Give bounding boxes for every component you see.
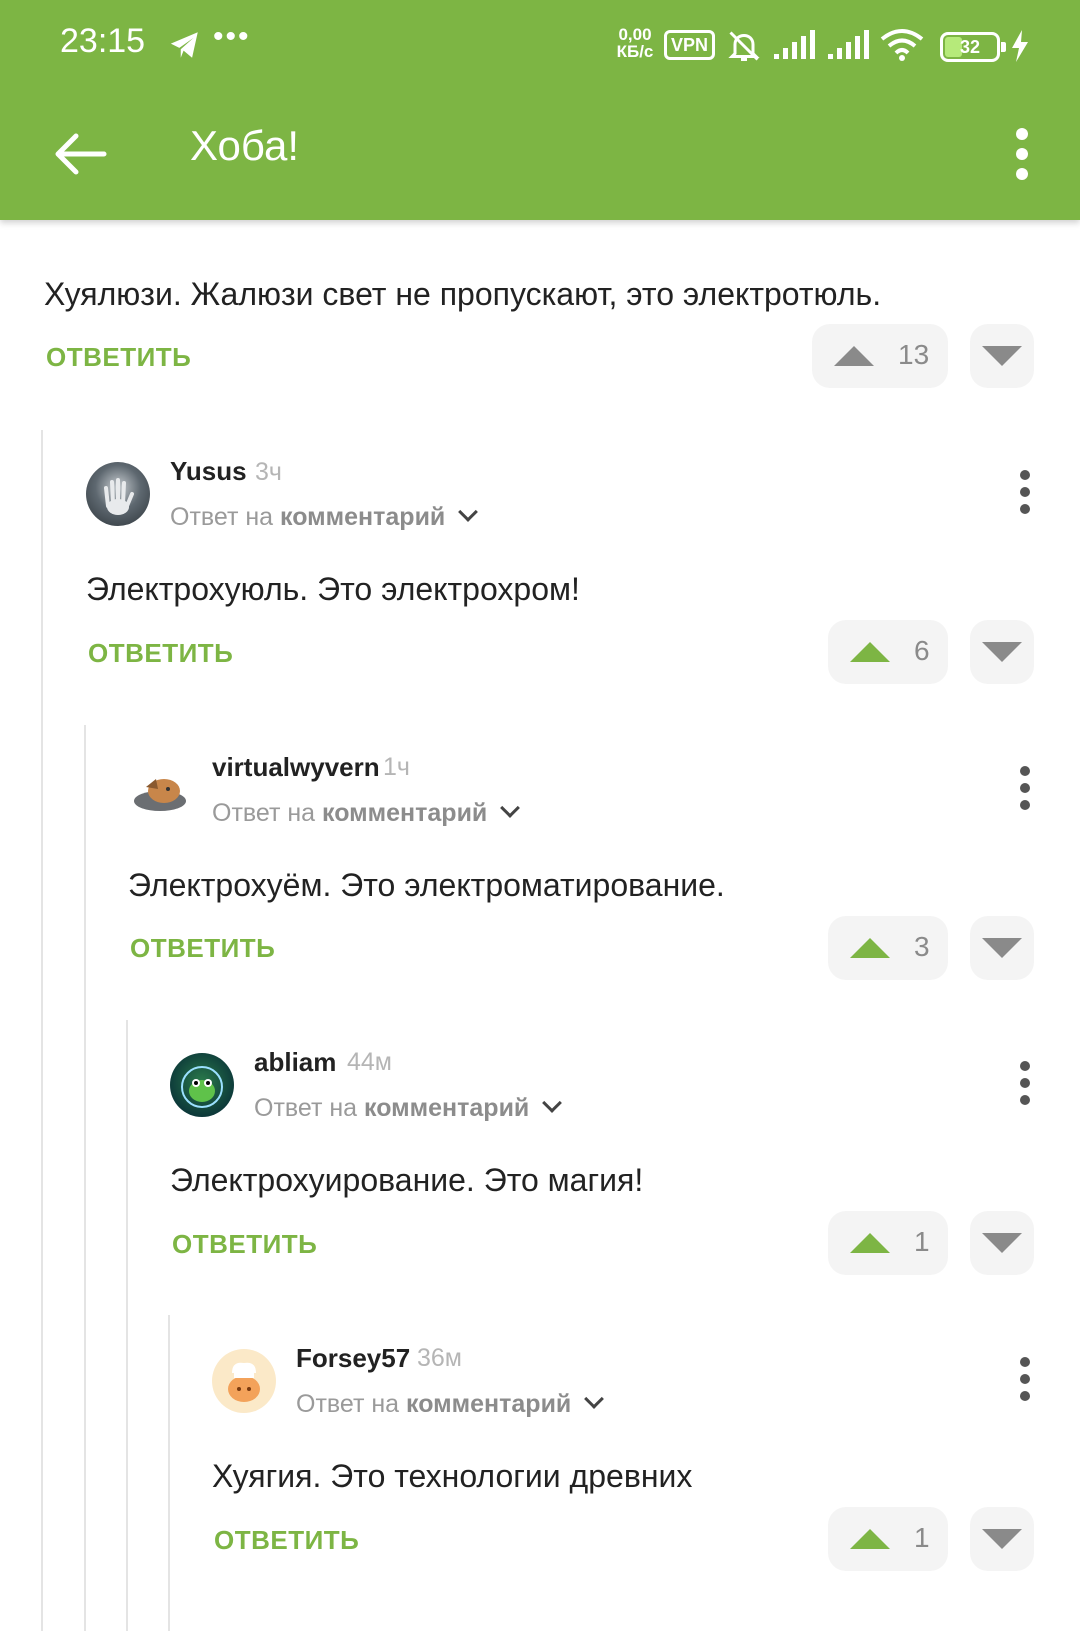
comment-text: Электрохуюль. Это электрохром! [86, 571, 580, 607]
comment-text: Электрохуём. Это электроматирование. [128, 867, 725, 903]
comment-author[interactable]: Yusus [170, 456, 247, 487]
avatar[interactable] [212, 1349, 276, 1413]
avatar[interactable] [170, 1053, 234, 1117]
comment-text: Электрохуирование. Это магия! [170, 1162, 644, 1198]
comment-time: 36м [417, 1344, 462, 1372]
thread-line [41, 430, 43, 1631]
comment-menu-icon[interactable] [1017, 1357, 1033, 1401]
telegram-icon [170, 32, 198, 58]
comment-menu-icon[interactable] [1017, 766, 1033, 810]
reply-to-link[interactable]: Ответ на комментарий [170, 502, 479, 532]
page-title: Хоба! [190, 122, 300, 169]
avatar[interactable] [86, 462, 150, 526]
overflow-menu-icon[interactable] [1004, 122, 1040, 186]
comment-time: 1ч [383, 753, 410, 781]
upvote-button[interactable]: 1 [828, 1507, 948, 1571]
battery-icon: 32 [940, 32, 1006, 62]
comment-time: 3ч [255, 458, 282, 486]
reply-to-link[interactable]: Ответ на комментарий [254, 1093, 563, 1123]
status-bar: 23:15 ••• 0,00 КБ/с VPN 32 [0, 0, 1080, 92]
signal-icon-1 [774, 30, 815, 59]
thread-line [84, 725, 86, 1631]
top-bar: 23:15 ••• 0,00 КБ/с VPN 32 Хоба! [0, 0, 1080, 220]
thread-line [168, 1315, 170, 1631]
comment-author[interactable]: Forsey57 [296, 1343, 410, 1374]
chevron-down-icon [500, 798, 521, 818]
vote-count: 1 [914, 1522, 930, 1553]
upvote-button[interactable]: 1 [828, 1211, 948, 1275]
downvote-arrow-icon [982, 938, 1022, 958]
comment-menu-icon[interactable] [1017, 1061, 1033, 1105]
chevron-down-icon [584, 1389, 605, 1409]
status-time: 23:15 [60, 22, 146, 60]
upvote-arrow-icon [850, 938, 890, 958]
avatar[interactable] [128, 757, 192, 821]
downvote-arrow-icon [982, 346, 1022, 366]
reply-button[interactable]: ОТВЕТИТЬ [88, 638, 233, 669]
comment-text: Хуялюзи. Жалюзи свет не пропускают, это … [44, 276, 882, 312]
comment-author[interactable]: virtualwyvern [212, 752, 380, 783]
vote-count: 13 [898, 339, 930, 370]
wifi-icon [880, 29, 924, 61]
chevron-down-icon [542, 1093, 563, 1113]
reply-button[interactable]: ОТВЕТИТЬ [46, 342, 191, 373]
vote-count: 3 [914, 931, 930, 962]
reply-button[interactable]: ОТВЕТИТЬ [130, 933, 275, 964]
reply-to-link[interactable]: Ответ на комментарий [212, 798, 521, 828]
app-bar: Хоба! [0, 92, 1080, 220]
downvote-button[interactable] [970, 1507, 1034, 1571]
upvote-button[interactable]: 6 [828, 620, 948, 684]
upvote-button[interactable]: 3 [828, 916, 948, 980]
downvote-button[interactable] [970, 1211, 1034, 1275]
downvote-arrow-icon [982, 1529, 1022, 1549]
more-notifications-icon: ••• [213, 20, 251, 53]
vote-count: 1 [914, 1226, 930, 1257]
comment-author[interactable]: abliam [254, 1047, 336, 1078]
wyvern-avatar-icon [134, 779, 186, 811]
downvote-button[interactable] [970, 620, 1034, 684]
upvote-arrow-icon [850, 1529, 890, 1549]
upvote-arrow-icon [850, 1233, 890, 1253]
downvote-button[interactable] [970, 916, 1034, 980]
vote-count: 6 [914, 635, 930, 666]
network-speed: 0,00 КБ/с [616, 25, 654, 61]
back-arrow-icon[interactable] [48, 122, 112, 186]
upvote-button[interactable]: 13 [812, 324, 948, 388]
chevron-down-icon [458, 502, 479, 522]
comment-menu-icon[interactable] [1017, 470, 1033, 514]
hand-print-icon [104, 478, 134, 515]
vpn-icon: VPN [664, 30, 716, 60]
upvote-arrow-icon [834, 346, 874, 366]
bell-muted-icon [728, 31, 760, 61]
thread-line [126, 1020, 128, 1631]
downvote-arrow-icon [982, 1233, 1022, 1253]
reply-button[interactable]: ОТВЕТИТЬ [214, 1525, 359, 1556]
reply-to-link[interactable]: Ответ на комментарий [296, 1389, 605, 1419]
downvote-button[interactable] [970, 324, 1034, 388]
comment-text: Хуягия. Это технологии древних [212, 1458, 693, 1494]
chef-avatar-icon [228, 1362, 260, 1402]
reply-button[interactable]: ОТВЕТИТЬ [172, 1229, 317, 1260]
signal-icon-2 [828, 30, 869, 59]
downvote-arrow-icon [982, 642, 1022, 662]
charging-icon [1012, 30, 1028, 62]
comment-time: 44м [347, 1048, 392, 1076]
upvote-arrow-icon [850, 642, 890, 662]
frog-avatar-icon [181, 1066, 223, 1108]
